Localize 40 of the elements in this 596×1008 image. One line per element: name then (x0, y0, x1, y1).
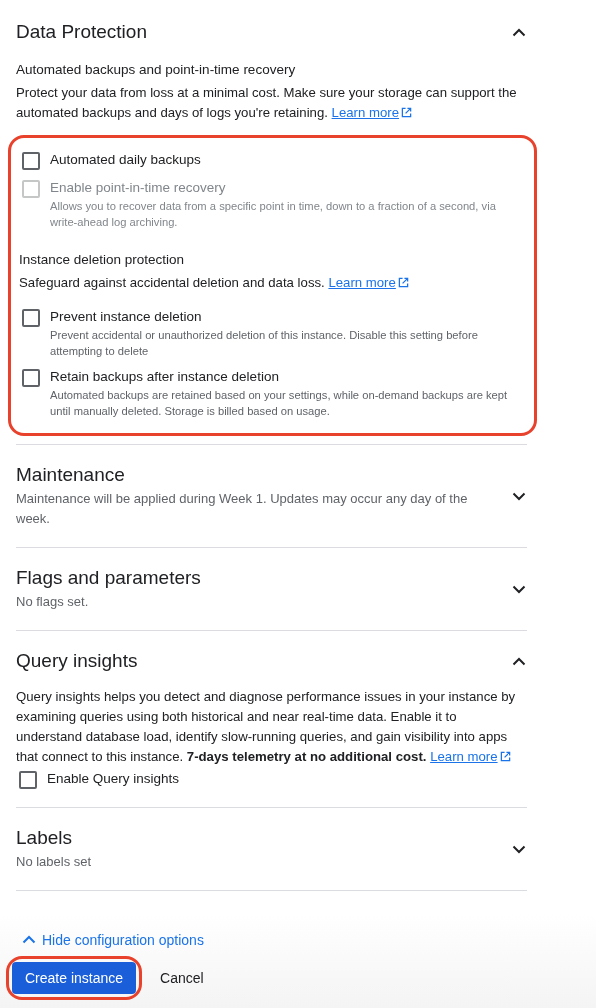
section-title: Query insights (16, 649, 139, 673)
external-link-icon (499, 751, 511, 762)
learn-more-link[interactable]: Learn more (430, 749, 511, 764)
help-text: Prevent accidental or unauthorized deletion of this instance. Disable this setting before attempting to delete (50, 328, 479, 359)
checkbox[interactable] (22, 309, 40, 327)
external-link-icon (401, 107, 412, 118)
hide-options-link[interactable]: Hide configuration options (22, 931, 204, 948)
chevron-up-icon (512, 27, 526, 37)
subheading: Automated backups and point-in-time recovery (16, 61, 297, 79)
external-link-icon (397, 277, 409, 288)
description: Query insights helps you detect and diagnose performance issues in your instance by examining queries using both historical and near real-time data. Enable it to understand database load, identify slow-running queries, and gain visibility into apps that connect to this instance. 7-days telemetry at no additional cost. Learn more (16, 688, 517, 766)
chevron-up-icon (22, 935, 36, 944)
section-title: Maintenance (16, 463, 126, 487)
section-title: Flags and parameters (16, 566, 202, 590)
checkbox-label: Enable Query insights (47, 770, 181, 788)
description: Safeguard against accidental deletion and data loss. Learn more (19, 273, 524, 293)
checkbox-label: Retain backups after instance deletion (50, 368, 280, 386)
learn-more-link[interactable]: Learn more (331, 105, 412, 120)
section-summary: No labels set (16, 853, 93, 871)
checkbox-label: Enable point-in-time recovery (50, 179, 227, 197)
section-summary: No flags set. (16, 593, 90, 611)
checkbox[interactable] (19, 771, 37, 789)
checkbox-label: Automated daily backups (50, 151, 202, 169)
checkbox[interactable] (22, 152, 40, 170)
section-title: Labels (16, 826, 73, 850)
section-title: Data Protection (16, 20, 147, 44)
create-instance-button[interactable]: Create instance (12, 962, 137, 994)
chevron-down-icon (512, 584, 526, 594)
chevron-down-icon (512, 491, 526, 501)
description: Protect your data from loss at a minimal cost. Make sure your storage can support the automated backups and days of logs you're retaining. Learn more (16, 84, 518, 122)
help-text: Allows you to recover data from a specific point in time, down to a fraction of a second, via write-ahead log archiving. (50, 199, 497, 230)
cancel-button[interactable]: Cancel (156, 966, 208, 990)
checkbox[interactable] (22, 369, 40, 387)
help-text: Automated backups are retained based on your settings, while on-demand backups are kept until manually deleted. Storage is billed based on usage. (50, 388, 509, 419)
learn-more-link[interactable]: Learn more (328, 275, 409, 290)
section-summary: Maintenance will be applied during Week 1. Updates may occur any day of the week. (16, 490, 469, 528)
chevron-up-icon (512, 656, 526, 666)
chevron-down-icon (512, 844, 526, 854)
subheading: Instance deletion protection (19, 251, 186, 269)
checkbox-label: Prevent instance deletion (50, 308, 203, 326)
